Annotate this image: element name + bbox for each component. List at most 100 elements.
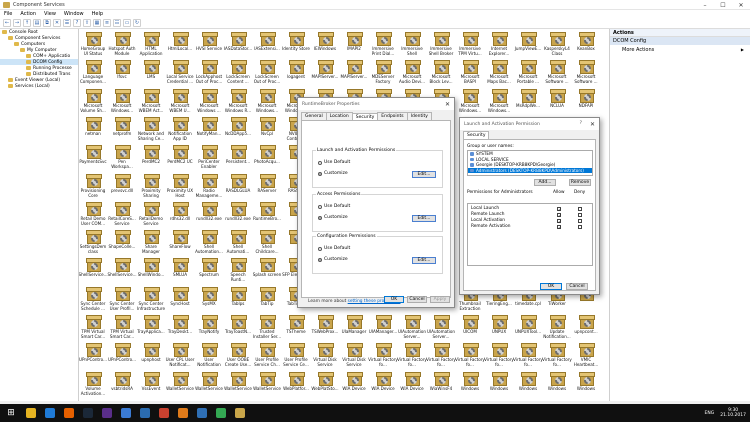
- help-icon[interactable]: ?: [580, 121, 582, 128]
- menu-file[interactable]: File: [0, 11, 16, 17]
- allow-checkbox[interactable]: ✓: [557, 225, 561, 230]
- package-icon: [260, 230, 276, 245]
- dcom-app-item[interactable]: VssEvent: [139, 370, 165, 401]
- tab-location[interactable]: Location: [325, 112, 353, 120]
- cancel-button[interactable]: Cancel: [407, 296, 427, 303]
- dcom-app-item[interactable]: WalletService: [253, 370, 281, 401]
- menu-help[interactable]: Help: [88, 11, 107, 17]
- tab-security[interactable]: Security: [463, 131, 490, 139]
- dcom-app-item[interactable]: WiaWinsF4: [429, 370, 455, 401]
- photos-icon[interactable]: [159, 408, 169, 418]
- forward-icon[interactable]: →: [13, 19, 21, 27]
- store-icon[interactable]: [197, 408, 207, 418]
- steam-icon[interactable]: [83, 408, 93, 418]
- edit-button[interactable]: Edit...: [412, 215, 436, 222]
- dcom-app-item[interactable]: WebPlatSto...: [311, 370, 339, 401]
- user-list-item[interactable]: Administrators (DESKTOP-KRB8KPD\Administ…: [468, 167, 592, 173]
- dcom-app-item[interactable]: WalletService: [224, 370, 252, 401]
- component-services-icon[interactable]: [235, 408, 245, 418]
- use-default-radio[interactable]: Use Default: [318, 246, 350, 251]
- control-panel-icon[interactable]: [121, 408, 131, 418]
- menu-window[interactable]: Window: [60, 11, 88, 17]
- export-icon[interactable]: ⇪: [83, 19, 91, 27]
- dcom-app-item[interactable]: WIA Device: [342, 370, 368, 401]
- ok-button[interactable]: OK: [540, 283, 562, 290]
- tree-node[interactable]: Services (Local): [0, 83, 78, 89]
- start-button[interactable]: ⊞: [5, 407, 17, 419]
- edit-button[interactable]: Edit...: [412, 257, 436, 264]
- firefox-icon[interactable]: [64, 408, 74, 418]
- minimize-button[interactable]: –: [696, 0, 714, 10]
- dcom-app-item[interactable]: vsbtridsRA: [110, 370, 136, 401]
- dcom-app-label: TSWebProx...: [311, 329, 339, 334]
- actions-section-dcom[interactable]: DCOM Config: [610, 37, 750, 45]
- use-default-radio[interactable]: Use Default: [318, 160, 350, 165]
- maximize-button[interactable]: ☐: [714, 0, 732, 10]
- help-icon[interactable]: ?: [73, 19, 81, 27]
- package-icon: [260, 116, 276, 131]
- dcom-app-item[interactable]: Windows: [574, 370, 600, 401]
- dcom-app-label: Sync Center User Profil...: [109, 300, 135, 311]
- dcom-app-item[interactable]: WebPlatfor...: [283, 370, 310, 401]
- more-actions-link[interactable]: More Actions: [610, 45, 750, 55]
- up-icon[interactable]: ↑: [23, 19, 31, 27]
- customize-radio[interactable]: Customize: [318, 257, 348, 262]
- dcom-app-item[interactable]: WIA Device: [400, 370, 426, 401]
- deny-checkbox[interactable]: [578, 225, 582, 229]
- deny-checkbox[interactable]: [578, 207, 582, 211]
- tab-general[interactable]: General: [301, 112, 327, 120]
- customize-radio[interactable]: Customize: [318, 215, 348, 220]
- close-icon[interactable]: ✕: [445, 101, 450, 108]
- list-icon[interactable]: ≡: [103, 19, 111, 27]
- refresh-icon[interactable]: ↻: [133, 19, 141, 27]
- customize-radio[interactable]: Customize: [318, 171, 348, 176]
- clock[interactable]: 9:30 21.10.2017: [720, 408, 746, 418]
- view-icon[interactable]: ▦: [93, 19, 101, 27]
- menu-action[interactable]: Action: [16, 11, 40, 17]
- dcom-app-item[interactable]: Windows: [458, 370, 484, 401]
- copy-icon[interactable]: ⧉: [43, 19, 51, 27]
- settings-icon[interactable]: [140, 408, 150, 418]
- cancel-button[interactable]: Cancel: [566, 283, 588, 290]
- allow-checkbox[interactable]: ✓: [557, 207, 561, 212]
- properties-icon[interactable]: ☰: [63, 19, 71, 27]
- allow-checkbox[interactable]: ✓: [557, 213, 561, 218]
- ok-button[interactable]: OK: [384, 296, 404, 303]
- dcom-app-item[interactable]: Windows: [487, 370, 513, 401]
- package-icon: [550, 371, 566, 386]
- back-icon[interactable]: ←: [3, 19, 11, 27]
- dcom-app-item[interactable]: Windows: [545, 370, 571, 401]
- dcom-app-item[interactable]: WalletService: [195, 370, 223, 401]
- computer-icon[interactable]: ▭: [123, 19, 131, 27]
- edit-button[interactable]: Edit...: [412, 171, 436, 178]
- media-player-icon[interactable]: [178, 408, 188, 418]
- dcom-app-item[interactable]: WIA Device: [371, 370, 397, 401]
- dcom-app-item[interactable]: Windows: [516, 370, 542, 401]
- deny-checkbox[interactable]: [578, 219, 582, 223]
- tab-endpoints[interactable]: Endpoints: [377, 112, 408, 120]
- dcom-app-label: Pen Workspa...: [111, 159, 133, 170]
- add-button[interactable]: Add...: [534, 179, 556, 186]
- language-indicator[interactable]: ENG: [705, 411, 715, 416]
- edge-icon[interactable]: [45, 408, 55, 418]
- chrome-icon[interactable]: [216, 408, 226, 418]
- tab-identity[interactable]: Identity: [406, 112, 432, 120]
- close-button[interactable]: ✕: [732, 0, 750, 10]
- close-icon[interactable]: ✕: [590, 121, 595, 128]
- dcom-app-item[interactable]: WalletService: [166, 370, 194, 401]
- dcom-app-item[interactable]: Volume Activation...: [81, 370, 107, 401]
- allow-checkbox[interactable]: ✓: [557, 219, 561, 224]
- delete-icon[interactable]: ✕: [53, 19, 61, 27]
- menu-view[interactable]: View: [40, 11, 60, 17]
- detail-icon[interactable]: ☷: [113, 19, 121, 27]
- apply-button[interactable]: Apply: [430, 296, 450, 303]
- package-icon: [463, 88, 479, 103]
- deny-checkbox[interactable]: [578, 213, 582, 217]
- package-icon: [202, 116, 218, 131]
- use-default-radio[interactable]: Use Default: [318, 204, 350, 209]
- show-tree-icon[interactable]: ▤: [33, 19, 41, 27]
- remove-button[interactable]: Remove: [569, 179, 591, 186]
- eye-icon[interactable]: [102, 408, 112, 418]
- file-explorer-icon[interactable]: [26, 408, 36, 418]
- package-icon: [202, 315, 218, 329]
